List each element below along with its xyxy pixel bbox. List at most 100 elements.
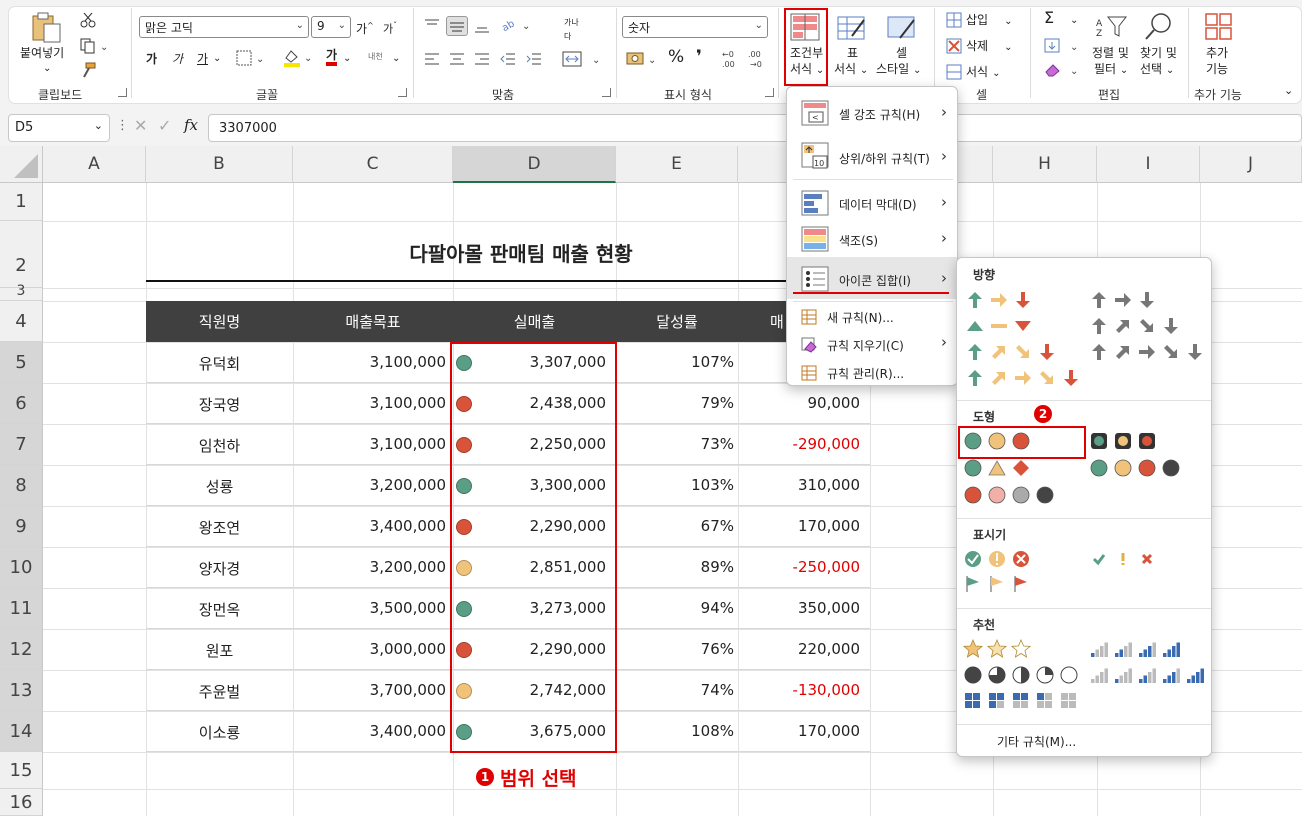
more-options-icon[interactable]: ⋮ [116,118,129,133]
insert-cells-icon[interactable] [946,12,962,32]
icon-set-3-traffic-lights-rimmed[interactable] [1089,431,1161,453]
icon-set-3-symbols[interactable] [1089,549,1161,571]
phonetic-button[interactable]: 내천 [368,50,383,64]
header-diff[interactable]: 매 [770,311,784,332]
paste-button[interactable]: 붙여넣기 [20,46,64,60]
cell-name[interactable]: 양자경 [146,558,293,579]
cell-diff[interactable]: -130,000 [738,681,860,699]
icon-set-red-to-black[interactable] [963,485,1059,507]
italic-button[interactable]: 가 [172,52,183,66]
cell-name[interactable]: 장먼옥 [146,599,293,620]
paste-chevron-icon[interactable]: ⌄ [43,62,51,76]
icon-set-option[interactable] [1089,316,1185,338]
cell-target[interactable]: 3,500,000 [293,599,446,617]
confirm-icon[interactable]: ✓ [158,116,171,135]
menu-item-icon-sets[interactable]: 아이콘 집합(I) › [787,257,957,299]
bold-button[interactable]: 가 [146,52,157,66]
font-name-combo[interactable]: 맑은 고딕 ⌄ [139,16,309,38]
merge-center-icon[interactable]: ⌄ [562,50,604,72]
clear-icon[interactable]: ⌄ [1044,62,1082,82]
column-header-b[interactable]: B [146,146,293,183]
row-header-7[interactable]: 7 [0,424,43,465]
decrease-indent-icon[interactable] [500,52,516,70]
menu-item-top-bottom[interactable]: 10 상위/하위 규칙(T) › [787,135,957,179]
cell-target[interactable]: 3,100,000 [293,353,446,371]
row-header-13[interactable]: 13 [0,670,43,711]
cell-rate[interactable]: 73% [616,435,734,453]
clipboard-launcher-icon[interactable] [118,88,127,97]
row-header-11[interactable]: 11 [0,588,43,629]
sort-filter-button[interactable]: 정렬 및 [1092,46,1129,60]
sort-filter-icon[interactable]: AZ [1094,14,1128,44]
menu-item-new-rule[interactable]: 새 규칙(N)... [787,305,957,329]
format-cells-icon[interactable] [946,64,962,84]
cell-name[interactable]: 임천하 [146,435,293,456]
icon-set-3-flags[interactable] [963,574,1035,596]
menu-item-color-scales[interactable]: 색조(S) › [787,217,957,261]
menu-item-highlight-cells[interactable]: < 셀 강조 규칙(H) › [787,91,957,135]
cell-diff[interactable]: -290,000 [738,435,860,453]
cell-name[interactable]: 장국영 [146,394,293,415]
addins-icon[interactable] [1204,12,1234,46]
find-select-button[interactable]: 찾기 및 [1140,46,1177,60]
icon-set-5-boxes[interactable] [963,691,1083,713]
number-format-combo[interactable]: 숫자 ⌄ [622,16,768,38]
header-rate[interactable]: 달성률 [616,311,738,332]
icon-set-option[interactable] [1089,342,1209,364]
autosum-icon[interactable]: Σ [1044,10,1054,26]
cell-target[interactable]: 3,700,000 [293,681,446,699]
chevron-down-icon[interactable]: ⌄ [343,52,351,66]
chevron-down-icon[interactable]: ⌄ [392,52,400,66]
insert-cells-button[interactable]: 삽입 ⌄ [966,13,1012,29]
insert-function-icon[interactable]: fx [184,116,198,134]
grow-font-icon[interactable]: 가^ [356,19,374,36]
icon-set-option[interactable] [965,316,1037,338]
cell-rate[interactable]: 79% [616,394,734,412]
cut-icon[interactable] [80,12,96,32]
menu-item-manage-rules[interactable]: 규칙 관리(R)... [787,361,957,385]
cell-target[interactable]: 3,100,000 [293,435,446,453]
wrap-text-button[interactable]: 가나 다 [564,16,579,44]
format-painter-icon[interactable] [80,62,96,82]
number-launcher-icon[interactable] [765,88,774,97]
decrease-decimal-icon[interactable]: .00 →0 [748,48,768,74]
cell-rate[interactable]: 103% [616,476,734,494]
cell-name[interactable]: 이소룡 [146,722,293,743]
row-header-15[interactable]: 15 [0,752,43,789]
row-header-2[interactable]: 2 [0,221,43,288]
cell-styles-icon[interactable] [886,14,918,46]
cell-target[interactable]: 3,400,000 [293,517,446,535]
find-select-button-line2[interactable]: 선택 ⌄ [1140,62,1174,78]
cell-diff[interactable]: 90,000 [738,394,861,412]
paste-icon[interactable] [30,12,64,44]
cell-name[interactable]: 주윤벌 [146,681,293,702]
header-actual[interactable]: 실매출 [453,311,616,332]
row-header-1[interactable]: 1 [0,183,43,221]
shrink-font-icon[interactable]: 가ˇ [383,19,397,37]
row-header-6[interactable]: 6 [0,383,43,424]
column-header-i[interactable]: I [1097,146,1200,183]
column-header-j[interactable]: J [1200,146,1302,183]
alignment-launcher-icon[interactable] [602,88,611,97]
align-right-icon[interactable] [474,52,490,70]
cell-target[interactable]: 3,100,000 [293,394,446,412]
font-launcher-icon[interactable] [398,88,407,97]
formula-input[interactable]: 3307000 [208,114,1302,142]
increase-decimal-icon[interactable]: ←0.00 [722,48,740,74]
cell-styles-button-line2[interactable]: 스타일 ⌄ [876,62,921,78]
header-name[interactable]: 직원명 [146,311,293,332]
cell-rate[interactable]: 67% [616,517,734,535]
sort-filter-button-line2[interactable]: 필터 ⌄ [1094,62,1128,78]
cell-diff[interactable]: 170,000 [738,517,860,535]
format-as-table-icon[interactable] [836,14,868,46]
cell-rate[interactable]: 108% [616,722,734,740]
icon-set-5-ratings[interactable] [1089,665,1209,687]
cell-rate[interactable]: 76% [616,640,734,658]
icon-set-4-ratings[interactable] [1089,639,1185,661]
addins-button-line2[interactable]: 기능 [1206,62,1228,76]
icon-set-3-symbols-circled[interactable] [963,549,1035,571]
fill-icon[interactable]: ⌄ [1044,38,1082,58]
cell-rate[interactable]: 89% [616,558,734,576]
cell-diff[interactable]: 170,000 [738,722,860,740]
icon-set-5-quarters[interactable] [963,665,1083,687]
